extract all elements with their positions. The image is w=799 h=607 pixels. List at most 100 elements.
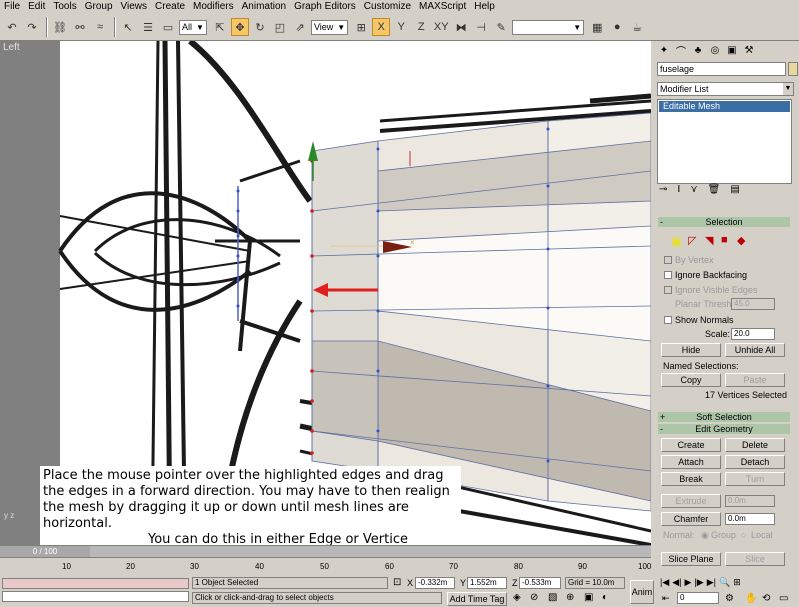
lock-selection-icon[interactable]: ⊡ bbox=[393, 577, 401, 588]
create-button[interactable]: Create bbox=[661, 438, 721, 452]
paste-button[interactable]: Paste bbox=[725, 373, 785, 387]
utilities-tab-icon[interactable]: ⚒ bbox=[742, 43, 756, 57]
unlink-icon[interactable]: ⚯ bbox=[71, 18, 89, 36]
menu-views[interactable]: Views bbox=[117, 0, 152, 14]
align-icon[interactable]: ⊣ bbox=[472, 18, 490, 36]
menu-file[interactable]: File bbox=[0, 0, 24, 14]
time-config-icon[interactable]: ⚙ bbox=[725, 593, 734, 604]
named-selection-dropdown[interactable]: ▼ bbox=[512, 19, 585, 35]
zoom-icon[interactable]: 🔍 bbox=[719, 577, 730, 588]
z-coordinate-field[interactable]: -0.533m bbox=[519, 577, 561, 589]
animate-button[interactable]: Anim bbox=[630, 580, 654, 604]
extrude-spinner[interactable]: 0.0m bbox=[725, 495, 775, 507]
y-coordinate-field[interactable]: 1.552m bbox=[467, 577, 507, 589]
select-icon[interactable]: ↖ bbox=[119, 18, 137, 36]
track-bar[interactable]: 10 20 30 40 50 60 70 80 90 100 bbox=[0, 557, 651, 576]
select-and-manipulate-icon[interactable]: ⇗ bbox=[291, 18, 309, 36]
pan-icon[interactable]: ✋ bbox=[745, 593, 757, 604]
named-selection-icon[interactable]: ✎ bbox=[492, 18, 510, 36]
go-to-end-icon[interactable]: ▶| bbox=[707, 577, 716, 588]
make-unique-icon[interactable]: ⋎ bbox=[690, 184, 697, 195]
maxscript-listener-mini[interactable] bbox=[2, 578, 189, 589]
vertex-mode-icon[interactable]: ▣ bbox=[671, 234, 682, 248]
time-slider-thumb[interactable]: 0 / 100 bbox=[0, 546, 90, 557]
group-radio[interactable]: ◉ bbox=[701, 530, 709, 541]
current-frame-field[interactable]: 0 bbox=[677, 592, 719, 604]
next-frame-icon[interactable]: |▶ bbox=[694, 577, 703, 588]
motion-tab-icon[interactable]: ◎ bbox=[708, 43, 722, 57]
select-by-name-icon[interactable]: ☰ bbox=[139, 18, 157, 36]
stack-item-editable-mesh[interactable]: Editable Mesh bbox=[659, 101, 790, 112]
show-end-result-icon[interactable]: Ⅰ bbox=[677, 184, 680, 195]
menu-maxscript[interactable]: MAXScript bbox=[415, 0, 470, 14]
show-normals-checkbox[interactable] bbox=[664, 316, 672, 324]
undo-icon[interactable]: ↶ bbox=[3, 18, 21, 36]
spinner-snap-icon[interactable]: ⊕ bbox=[566, 592, 574, 603]
delete-button[interactable]: Delete bbox=[725, 438, 785, 452]
chamfer-button[interactable]: Chamfer bbox=[661, 512, 721, 526]
restrict-y-icon[interactable]: Y bbox=[392, 18, 410, 36]
by-vertex-checkbox[interactable] bbox=[664, 256, 672, 264]
selection-rollout-header[interactable]: - Selection bbox=[658, 217, 790, 227]
zoom-all-icon[interactable]: ⊞ bbox=[733, 577, 741, 588]
object-name-field[interactable]: fuselage bbox=[657, 62, 786, 76]
time-slider[interactable]: 0 / 100 bbox=[0, 545, 651, 557]
select-and-link-icon[interactable]: ⇱ bbox=[211, 18, 229, 36]
copy-button[interactable]: Copy bbox=[661, 373, 721, 387]
add-time-tag-button[interactable]: Add Time Tag bbox=[447, 592, 507, 606]
menu-graph-editors[interactable]: Graph Editors bbox=[290, 0, 360, 14]
percent-snap-icon[interactable]: ▧ bbox=[548, 592, 557, 603]
polygon-mode-icon[interactable]: ■ bbox=[721, 234, 728, 246]
restrict-z-icon[interactable]: Z bbox=[412, 18, 430, 36]
create-tab-icon[interactable]: ✦ bbox=[657, 43, 671, 57]
object-color-swatch[interactable] bbox=[788, 62, 798, 76]
x-coordinate-field[interactable]: -0.332m bbox=[415, 577, 455, 589]
configure-sets-icon[interactable]: ▤ bbox=[730, 184, 739, 195]
pin-stack-icon[interactable]: ⊸ bbox=[659, 184, 667, 195]
selection-region-icon[interactable]: ▭ bbox=[159, 18, 177, 36]
select-and-scale-icon[interactable]: ◰ bbox=[271, 18, 289, 36]
modify-tab-icon[interactable]: ⌒ bbox=[674, 43, 688, 58]
menu-edit[interactable]: Edit bbox=[24, 0, 49, 14]
chamfer-spinner[interactable]: 0.0m bbox=[725, 513, 775, 525]
scale-spinner[interactable]: 20.0 bbox=[731, 328, 775, 340]
attach-button[interactable]: Attach bbox=[661, 455, 721, 469]
maximize-viewport-icon[interactable]: ▭ bbox=[779, 593, 788, 604]
previous-frame-icon[interactable]: ◀| bbox=[672, 577, 681, 588]
slice-button[interactable]: Slice bbox=[725, 552, 785, 566]
menu-customize[interactable]: Customize bbox=[360, 0, 415, 14]
menu-create[interactable]: Create bbox=[151, 0, 189, 14]
select-and-rotate-icon[interactable]: ↻ bbox=[251, 18, 269, 36]
material-editor-icon[interactable]: ▦ bbox=[588, 18, 606, 36]
angle-snap-icon[interactable]: ⊘ bbox=[530, 592, 538, 603]
go-to-start-icon[interactable]: |◀ bbox=[660, 577, 669, 588]
snap-toggle-icon[interactable]: ◈ bbox=[513, 592, 521, 603]
pivot-center-icon[interactable]: ⊞ bbox=[352, 18, 370, 36]
slice-plane-button[interactable]: Slice Plane bbox=[661, 552, 721, 566]
unhide-all-button[interactable]: Unhide All bbox=[725, 343, 785, 357]
bind-space-warp-icon[interactable]: ≈ bbox=[91, 18, 109, 36]
render-scene-icon[interactable]: ● bbox=[608, 18, 626, 36]
menu-tools[interactable]: Tools bbox=[49, 0, 80, 14]
selection-filter-dropdown[interactable]: All ▼ bbox=[179, 19, 207, 35]
face-mode-icon[interactable]: ◥ bbox=[705, 234, 713, 247]
element-mode-icon[interactable]: ◆ bbox=[737, 234, 745, 247]
edge-mode-icon[interactable]: ◸ bbox=[688, 234, 696, 247]
hierarchy-tab-icon[interactable]: ♣ bbox=[691, 43, 705, 57]
restrict-xy-icon[interactable]: XY bbox=[432, 18, 450, 36]
redo-icon[interactable]: ↷ bbox=[23, 18, 41, 36]
ignore-backfacing-checkbox[interactable] bbox=[664, 271, 672, 279]
play-icon[interactable]: ▶ bbox=[685, 577, 692, 588]
turn-button[interactable]: Turn bbox=[725, 472, 785, 486]
hide-button[interactable]: Hide bbox=[661, 343, 721, 357]
mirror-icon[interactable]: ⧓ bbox=[452, 18, 470, 36]
edit-geometry-rollout-header[interactable]: - Edit Geometry bbox=[658, 424, 790, 434]
planar-thresh-spinner[interactable]: 45.0 bbox=[731, 298, 775, 310]
quick-render-icon[interactable]: ☕ bbox=[628, 18, 646, 36]
menu-modifiers[interactable]: Modifiers bbox=[189, 0, 238, 14]
break-button[interactable]: Break bbox=[661, 472, 721, 486]
maxscript-input-mini[interactable] bbox=[2, 591, 189, 602]
degradation-override-icon[interactable]: ◐ bbox=[602, 592, 608, 603]
link-icon[interactable]: ⛓ bbox=[51, 18, 69, 36]
key-mode-icon[interactable]: ⇤ bbox=[662, 593, 670, 604]
